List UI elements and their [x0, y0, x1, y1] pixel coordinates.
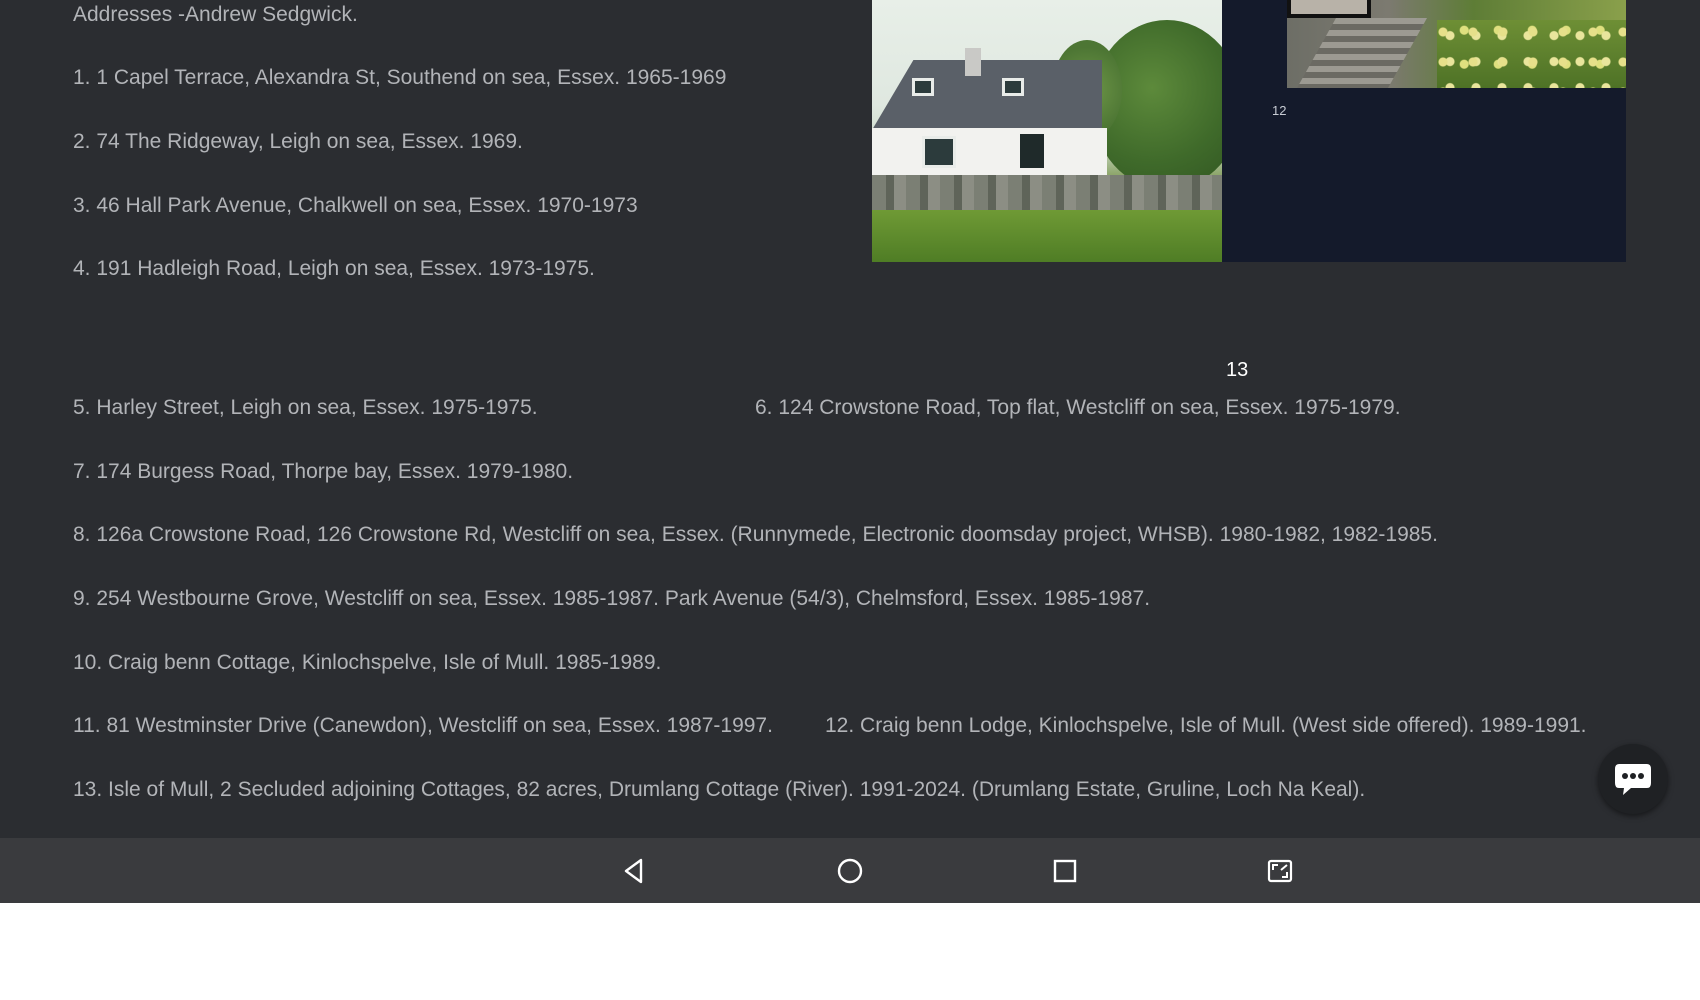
document-view: Addresses -Andrew Sedgwick. 1. 1 Capel T…	[0, 0, 1700, 838]
back-button[interactable]	[612, 848, 658, 894]
address-line-8: 8. 126a Crowstone Road, 126 Crowstone Rd…	[73, 523, 1438, 546]
chat-button[interactable]	[1598, 744, 1668, 814]
screenshot-icon	[1267, 859, 1293, 883]
app-screen: Addresses -Andrew Sedgwick. 1. 1 Capel T…	[0, 0, 1700, 903]
screenshot-button[interactable]	[1257, 848, 1303, 894]
garden-steps-photo	[1287, 0, 1626, 88]
home-circle-icon	[837, 858, 863, 884]
address-line-10: 10. Craig benn Cottage, Kinlochspelve, I…	[73, 651, 662, 674]
address-line-6: 6. 124 Crowstone Road, Top flat, Westcli…	[755, 396, 1401, 419]
address-line-7: 7. 174 Burgess Road, Thorpe bay, Essex. …	[73, 460, 574, 483]
address-line-9: 9. 254 Westbourne Grove, Westcliff on se…	[73, 587, 1151, 610]
address-line-1: 1. 1 Capel Terrace, Alexandra St, Southe…	[73, 66, 727, 89]
cottage-photo	[872, 0, 1222, 262]
address-line-3: 3. 46 Hall Park Avenue, Chalkwell on sea…	[73, 194, 638, 217]
photo-number-label: 12	[1272, 103, 1287, 118]
recents-button[interactable]	[1042, 848, 1088, 894]
document-heading: Addresses -Andrew Sedgwick.	[73, 3, 358, 26]
address-line-11: 11. 81 Westminster Drive (Canewdon), Wes…	[73, 714, 773, 737]
chat-bubble-icon	[1615, 764, 1651, 795]
recents-square-icon	[1053, 859, 1077, 883]
system-navigation-bar	[0, 838, 1700, 903]
address-line-12: 12. Craig benn Lodge, Kinlochspelve, Isl…	[825, 714, 1587, 737]
photo-collage: 12	[872, 0, 1626, 262]
address-line-13: 13. Isle of Mull, 2 Secluded adjoining C…	[73, 778, 1366, 801]
address-line-2: 2. 74 The Ridgeway, Leigh on sea, Essex.…	[73, 130, 523, 153]
address-line-5: 5. Harley Street, Leigh on sea, Essex. 1…	[73, 396, 538, 419]
address-line-4: 4. 191 Hadleigh Road, Leigh on sea, Esse…	[73, 257, 595, 280]
home-button[interactable]	[827, 848, 873, 894]
page-number: 13	[1226, 359, 1249, 381]
back-triangle-icon	[624, 858, 643, 884]
